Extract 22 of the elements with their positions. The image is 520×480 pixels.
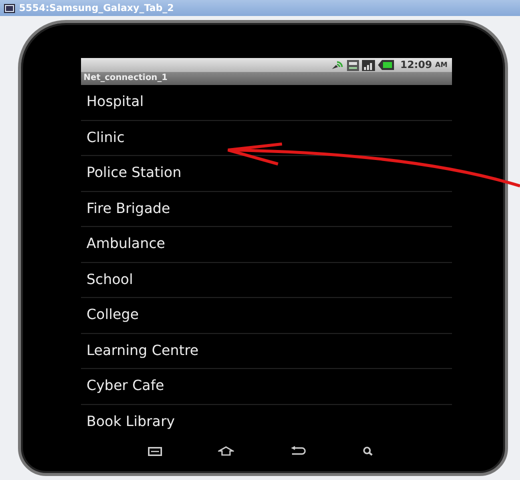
- sync-icon: [330, 60, 344, 70]
- list-item[interactable]: Cyber Cafe: [80, 369, 452, 404]
- clock: 12:09: [400, 60, 432, 70]
- menu-icon[interactable]: [148, 446, 162, 456]
- home-icon[interactable]: [218, 446, 234, 456]
- back-icon[interactable]: [290, 446, 306, 456]
- list-item[interactable]: Fire Brigade: [80, 192, 452, 227]
- emulator-icon: [4, 4, 15, 12]
- list-item[interactable]: Police Station: [80, 156, 452, 192]
- network-3g-icon: [347, 60, 360, 70]
- search-icon[interactable]: [362, 446, 374, 456]
- list-item[interactable]: Hospital: [80, 85, 452, 120]
- list-item[interactable]: Ambulance: [80, 227, 452, 262]
- signal-icon: [362, 60, 376, 70]
- list-item[interactable]: Clinic: [80, 120, 452, 156]
- list-item[interactable]: College: [80, 298, 452, 334]
- list-item[interactable]: Book Library: [80, 404, 452, 440]
- window-title: 5554:Samsung_Galaxy_Tab_2: [19, 2, 174, 14]
- battery-icon: [378, 60, 394, 70]
- list-item[interactable]: Learning Centre: [80, 334, 452, 369]
- list-item[interactable]: School: [80, 262, 452, 298]
- app-title-bar: Net_connection_1: [80, 72, 452, 85]
